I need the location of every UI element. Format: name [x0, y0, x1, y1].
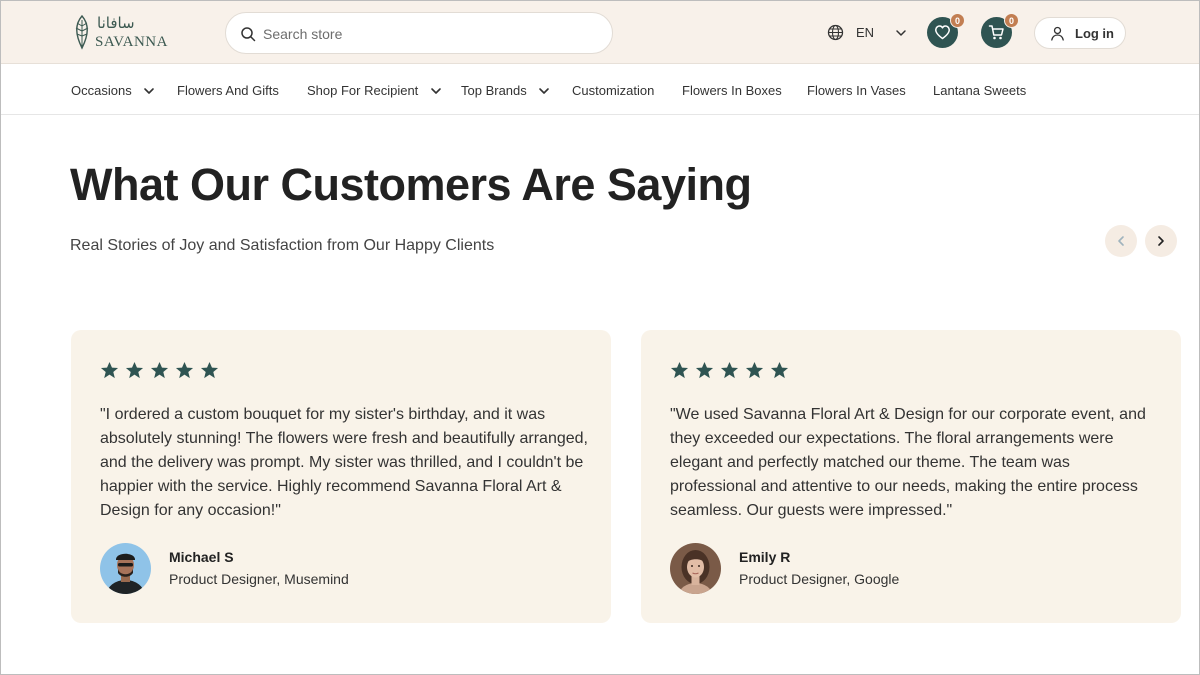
- nav-item-customization[interactable]: Customization: [572, 82, 654, 100]
- search-input[interactable]: [263, 23, 593, 45]
- star-icon: [670, 361, 689, 379]
- person-avatar-icon: [670, 543, 721, 594]
- nav-item-lantana-sweets[interactable]: Lantana Sweets: [933, 82, 1026, 100]
- avatar: [100, 543, 151, 594]
- testimonial-card: "I ordered a custom bouquet for my siste…: [71, 330, 611, 623]
- language-selector[interactable]: EN: [827, 23, 909, 43]
- wishlist-count-badge: 0: [950, 13, 965, 28]
- cart-button[interactable]: 0: [981, 13, 1019, 48]
- star-icon: [745, 361, 764, 379]
- testimonial-quote: "We used Savanna Floral Art & Design for…: [670, 406, 1146, 519]
- nav-item-top-brands[interactable]: Top Brands: [461, 82, 550, 100]
- globe-icon: [827, 24, 844, 41]
- chevron-right-icon: [1158, 236, 1164, 246]
- star-icon: [150, 361, 169, 379]
- user-icon: [1051, 26, 1064, 41]
- logo-english-text: SAVANNA: [95, 34, 168, 50]
- search-bar: [225, 12, 613, 54]
- section-subtitle: Real Stories of Joy and Satisfaction fro…: [70, 237, 495, 254]
- nav-item-shop-for-recipient[interactable]: Shop For Recipient: [307, 82, 442, 100]
- login-label: Log in: [1075, 26, 1114, 41]
- nav-item-flowers-in-boxes[interactable]: Flowers In Boxes: [682, 82, 782, 100]
- nav-item-flowers-and-gifts[interactable]: Flowers And Gifts: [177, 82, 279, 100]
- star-rating: [100, 361, 230, 381]
- login-button[interactable]: Log in: [1034, 17, 1126, 49]
- nav-item-occasions[interactable]: Occasions: [71, 82, 155, 100]
- section-title: What Our Customers Are Saying: [70, 159, 752, 210]
- heart-icon: [935, 25, 950, 40]
- cart-icon: [988, 25, 1004, 40]
- savanna-logo[interactable]: سافانا SAVANNA: [71, 14, 171, 52]
- carousel-next-button[interactable]: [1145, 225, 1177, 257]
- main-navigation: Occasions Flowers And Gifts Shop For Rec…: [1, 65, 1199, 115]
- reviewer-name: Michael S: [169, 549, 234, 565]
- star-icon: [695, 361, 714, 379]
- star-rating: [670, 361, 800, 381]
- chevron-down-icon: [539, 87, 550, 94]
- leaf-logo-icon: [75, 14, 89, 50]
- chevron-left-icon: [1118, 236, 1124, 246]
- testimonial-card: "We used Savanna Floral Art & Design for…: [641, 330, 1181, 623]
- language-label: EN: [856, 25, 875, 40]
- cart-count-badge: 0: [1004, 13, 1019, 28]
- star-icon: [720, 361, 739, 379]
- avatar: [670, 543, 721, 594]
- testimonial-quote: "I ordered a custom bouquet for my siste…: [100, 406, 588, 519]
- star-icon: [100, 361, 119, 379]
- reviewer-role: Product Designer, Google: [739, 571, 900, 587]
- star-icon: [175, 361, 194, 379]
- reviewer-name: Emily R: [739, 549, 791, 565]
- nav-item-flowers-in-vases[interactable]: Flowers In Vases: [807, 82, 906, 100]
- chevron-down-icon: [896, 30, 906, 36]
- star-icon: [200, 361, 219, 379]
- search-icon: [241, 27, 256, 42]
- star-icon: [125, 361, 144, 379]
- wishlist-button[interactable]: 0: [927, 13, 965, 48]
- carousel-prev-button[interactable]: [1105, 225, 1137, 257]
- logo-arabic-text: سافانا: [97, 14, 135, 32]
- top-header: سافانا SAVANNA EN 0 0: [1, 1, 1199, 64]
- chevron-down-icon: [144, 87, 155, 94]
- person-avatar-icon: [100, 543, 151, 594]
- reviewer-role: Product Designer, Musemind: [169, 571, 349, 587]
- star-icon: [770, 361, 789, 379]
- chevron-down-icon: [431, 87, 441, 94]
